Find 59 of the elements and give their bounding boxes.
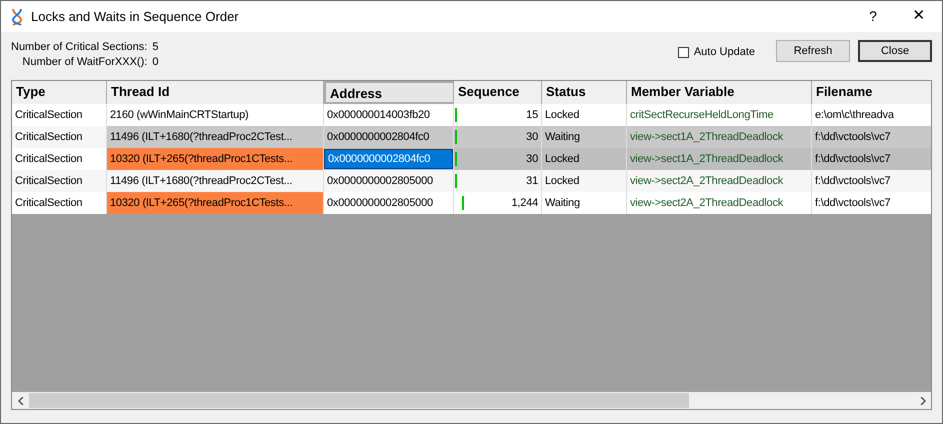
table-row[interactable]: CriticalSection 10320 (ILT+265(?threadProc1CTests... 0x0000000002805000 1,244 Waiting view->sect2A_2ThreadDeadlock f:\dd\vctools\vc7	[12, 192, 931, 214]
table-row[interactable]: CriticalSection 11496 (ILT+1680(?threadProc2CTest... 0x0000000002804fc0 30 Waiting view->sect1A_2ThreadDeadlock f:\dd\vctools\vc7	[12, 126, 931, 148]
table-cell-text: f:\dd\vctools\vc7	[814, 174, 892, 189]
table-cell-text: CriticalSection	[14, 174, 84, 189]
table-cell-text: e:\om\c\threadva	[814, 108, 895, 123]
table-cell-text: CriticalSection	[14, 130, 84, 145]
table-cell-text: Waiting	[544, 196, 581, 211]
table-cell-text: 0x0000000002805000	[326, 196, 434, 211]
summary-value: 0	[152, 55, 160, 70]
table-cell-text: f:\dd\vctools\vc7	[814, 130, 892, 145]
sequence-marker-icon	[462, 196, 464, 210]
column-header[interactable]: Address	[324, 81, 454, 104]
close-dialog-button[interactable]: Close	[858, 40, 932, 62]
table-cell-text: 30	[525, 130, 539, 145]
table-cell-text: 2160 (wWinMainCRTStartup)	[109, 108, 250, 123]
table-row[interactable]: CriticalSection 10320 (ILT+265(?threadProc1CTests... 0x0000000002804fc0 30 Locked view->sect1A_2ThreadDeadlock f:\dd\vctools\vc7	[12, 148, 931, 170]
table-cell-text: view->sect1A_2ThreadDeadlock	[629, 130, 784, 145]
table-cell-text: 0x0000000002804fc0	[326, 130, 430, 145]
table-cell-text: 0x000000014003fb20	[326, 108, 431, 123]
table-cell-text: 10320 (ILT+265(?threadProc1CTests...	[109, 152, 294, 167]
summary-label: Number of Critical Sections:	[11, 40, 148, 55]
close-button[interactable]: ✕	[896, 1, 942, 32]
help-button[interactable]: ?	[850, 1, 896, 32]
auto-update-checkbox[interactable]: Auto Update	[678, 44, 755, 60]
sequence-marker-icon	[455, 174, 457, 188]
table-cell-text: 31	[525, 174, 539, 189]
horizontal-scrollbar[interactable]	[12, 392, 931, 409]
table-cell-text: 11496 (ILT+1680(?threadProc2CTest...	[109, 174, 294, 189]
table-cell-text: f:\dd\vctools\vc7	[814, 152, 892, 167]
scrollbar-thumb[interactable]	[29, 393, 689, 408]
table-cell-text: Locked	[544, 152, 580, 167]
table-cell-text: critSectRecurseHeldLongTime	[629, 108, 774, 123]
summary-label: Number of WaitForXXX():	[22, 55, 148, 70]
table-row[interactable]: CriticalSection 11496 (ILT+1680(?threadProc2CTest... 0x0000000002805000 31 Locked view->sect2A_2ThreadDeadlock f:\dd\vctools\vc7	[12, 170, 931, 192]
table-cell-text: Locked	[544, 174, 580, 189]
summary-value: 5	[152, 40, 160, 55]
table-cell-text: 11496 (ILT+1680(?threadProc2CTest...	[109, 130, 294, 145]
table-cell-text: 15	[525, 108, 539, 123]
table-cell-text: f:\dd\vctools\vc7	[814, 196, 892, 211]
table-cell-text: view->sect1A_2ThreadDeadlock	[629, 152, 784, 167]
sequence-marker-icon	[455, 152, 457, 166]
table-cell-text: 10320 (ILT+265(?threadProc1CTests...	[109, 196, 294, 211]
table-cell-text: Locked	[544, 108, 580, 123]
table-cell-text: view->sect2A_2ThreadDeadlock	[629, 196, 784, 211]
table-cell-text: 30	[525, 152, 539, 167]
table-cell-text: view->sect2A_2ThreadDeadlock	[629, 174, 784, 189]
table-cell-text: 1,244	[510, 196, 539, 211]
refresh-button[interactable]: Refresh	[776, 40, 850, 62]
table-cell-text: CriticalSection	[14, 196, 84, 211]
table-cell-text: CriticalSection	[14, 152, 84, 167]
table-cell-text: CriticalSection	[14, 108, 84, 123]
sequence-marker-icon	[455, 108, 457, 122]
sequence-marker-icon	[455, 130, 457, 144]
table-cell: 0x0000000002804fc0	[324, 149, 453, 169]
table-row[interactable]: CriticalSection 2160 (wWinMainCRTStartup) 0x000000014003fb20 15 Locked critSectRecurseHeldLongTime e:\om\c\threadva	[12, 104, 931, 126]
window-title: Locks and Waits in Sequence Order	[31, 8, 239, 26]
table-cell-text: Waiting	[544, 130, 581, 145]
dna-icon	[11, 8, 23, 26]
table-cell-text: 0x0000000002805000	[326, 174, 434, 189]
